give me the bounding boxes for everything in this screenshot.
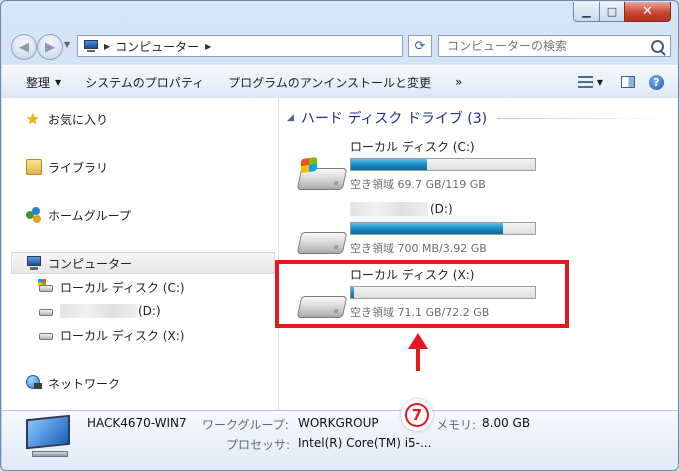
sidebar-item-label: (D:) bbox=[138, 304, 161, 318]
drive-item-d[interactable]: (D:) 空き領域 700 MB/3.92 GB bbox=[296, 202, 567, 262]
network-icon bbox=[26, 375, 42, 391]
sidebar-item-homegroup[interactable]: ホームグループ bbox=[26, 205, 131, 225]
address-chevron-icon[interactable]: ▶ bbox=[205, 42, 211, 51]
back-button[interactable]: ◀ bbox=[11, 34, 37, 60]
drive-name: (D:) bbox=[350, 202, 453, 216]
free-space-text: 空き領域 700 MB/3.92 GB bbox=[350, 242, 487, 255]
sidebar-item-label: お気に入り bbox=[48, 112, 109, 127]
view-options-chevron-icon[interactable]: ▼ bbox=[597, 78, 603, 87]
recent-pages-dropdown-icon[interactable]: ▼ bbox=[64, 40, 70, 49]
computer-icon bbox=[26, 414, 74, 461]
free-space-text: 空き領域 69.7 GB/119 GB bbox=[350, 178, 486, 191]
step-number-badge: 7 bbox=[401, 399, 433, 431]
change-view-icon[interactable] bbox=[577, 76, 593, 88]
sidebar-item-favorites[interactable]: ★ お気に入り bbox=[26, 109, 108, 129]
search-icon[interactable] bbox=[651, 40, 664, 53]
sidebar-item-label: コンピューター bbox=[48, 256, 133, 271]
search-box[interactable] bbox=[438, 35, 671, 57]
address-path[interactable]: コンピューター bbox=[115, 38, 199, 55]
collapse-triangle-icon[interactable]: ◢ bbox=[287, 113, 294, 123]
drive-item-c[interactable]: ローカル ディスク (C:) 空き領域 69.7 GB/119 GB bbox=[296, 138, 567, 198]
sidebar-item-label: ネットワーク bbox=[48, 376, 121, 391]
organize-menu-button[interactable]: 整理 ▼ bbox=[2, 66, 73, 98]
sidebar-item-label: ホームグループ bbox=[48, 208, 131, 223]
uninstall-program-button[interactable]: プログラムのアンインストールと変更 bbox=[216, 66, 443, 98]
chevron-down-icon: ▼ bbox=[55, 77, 62, 87]
hard-drive-icon bbox=[296, 222, 348, 262]
drive-letter: (D:) bbox=[430, 202, 453, 216]
workgroup-label: ワークグループ: bbox=[202, 418, 289, 432]
organize-label: 整理 bbox=[26, 75, 51, 90]
sidebar-item-computer[interactable]: コンピューター bbox=[26, 253, 132, 273]
drive-icon bbox=[38, 327, 54, 343]
computer-name: HACK4670-WIN7 bbox=[87, 416, 187, 430]
highlight-box bbox=[275, 260, 569, 328]
sidebar-item-drive-d[interactable]: (D:) bbox=[38, 301, 161, 321]
drive-icon bbox=[38, 303, 54, 319]
homegroup-icon bbox=[26, 207, 42, 223]
capacity-bar bbox=[350, 222, 536, 235]
computer-icon bbox=[83, 39, 99, 53]
capacity-bar bbox=[350, 158, 536, 171]
preview-pane-icon[interactable] bbox=[621, 76, 635, 88]
step-number: 7 bbox=[405, 403, 429, 427]
command-bar: 整理 ▼ システムのプロパティ プログラムのアンインストールと変更 » ▼ ? bbox=[2, 65, 678, 99]
workgroup-value: WORKGROUP bbox=[298, 416, 379, 430]
sidebar-item-libraries[interactable]: ライブラリ bbox=[26, 157, 108, 177]
search-input[interactable] bbox=[445, 38, 649, 54]
sidebar-item-drive-c[interactable]: ローカル ディスク (C:) bbox=[38, 277, 185, 297]
sidebar-item-label: ローカル ディスク (C:) bbox=[60, 280, 185, 295]
capacity-bar-fill bbox=[351, 159, 428, 170]
memory-label: メモリ: bbox=[436, 418, 477, 432]
system-properties-button[interactable]: システムのプロパティ bbox=[73, 66, 216, 98]
details-pane: HACK4670-WIN7 ワークグループ: WORKGROUP メモリ: 8.… bbox=[2, 410, 678, 470]
group-header-hard-disk[interactable]: ◢ ハード ディスク ドライブ (3) bbox=[287, 108, 667, 128]
close-button[interactable]: ✕ bbox=[624, 2, 671, 22]
processor-label: プロセッサ: bbox=[226, 438, 291, 452]
address-separator-icon[interactable]: ▶ bbox=[104, 42, 110, 51]
sidebar-item-drive-x[interactable]: ローカル ディスク (X:) bbox=[38, 325, 184, 345]
sidebar-item-label: ローカル ディスク (X:) bbox=[60, 328, 185, 343]
windows-drive-icon bbox=[38, 279, 54, 295]
drive-name: ローカル ディスク (C:) bbox=[350, 140, 475, 154]
redacted-volume-label bbox=[60, 304, 138, 318]
forward-button[interactable]: ▶ bbox=[37, 34, 63, 60]
computer-icon bbox=[26, 255, 42, 271]
more-commands-button[interactable]: » bbox=[443, 66, 474, 98]
address-bar[interactable]: ▶ コンピューター ▶ bbox=[77, 35, 403, 57]
arrow-up-icon bbox=[408, 333, 428, 373]
help-icon[interactable]: ? bbox=[649, 74, 664, 90]
explorer-window: ▁ □ ✕ ◀ ▶ ▼ ▶ コンピューター ▶ ⟳ 整理 ▼ システムのプロパテ… bbox=[0, 0, 679, 471]
memory-value: 8.00 GB bbox=[482, 416, 531, 430]
sidebar-item-label: ライブラリ bbox=[48, 160, 109, 175]
file-list-pane: ◢ ハード ディスク ドライブ (3) ローカル ディスク (C:) 空き領域 … bbox=[279, 98, 678, 410]
minimize-button[interactable]: ▁ bbox=[573, 2, 600, 22]
capacity-bar-fill bbox=[351, 223, 503, 234]
maximize-button[interactable]: □ bbox=[599, 2, 625, 22]
library-folder-icon bbox=[26, 159, 42, 175]
redacted-volume-label bbox=[350, 202, 428, 216]
group-title: ハード ディスク ドライブ (3) bbox=[300, 111, 488, 127]
sidebar-item-network[interactable]: ネットワーク bbox=[26, 373, 120, 393]
processor-value: Intel(R) Core(TM) i5-... bbox=[298, 436, 432, 450]
star-icon: ★ bbox=[26, 110, 40, 128]
windows-hard-drive-icon bbox=[296, 156, 348, 198]
group-divider bbox=[497, 117, 667, 119]
navigation-pane: ★ お気に入り ライブラリ ホームグループ コンピューター ローカル ディスク … bbox=[2, 98, 279, 410]
refresh-button[interactable]: ⟳ bbox=[408, 35, 432, 57]
